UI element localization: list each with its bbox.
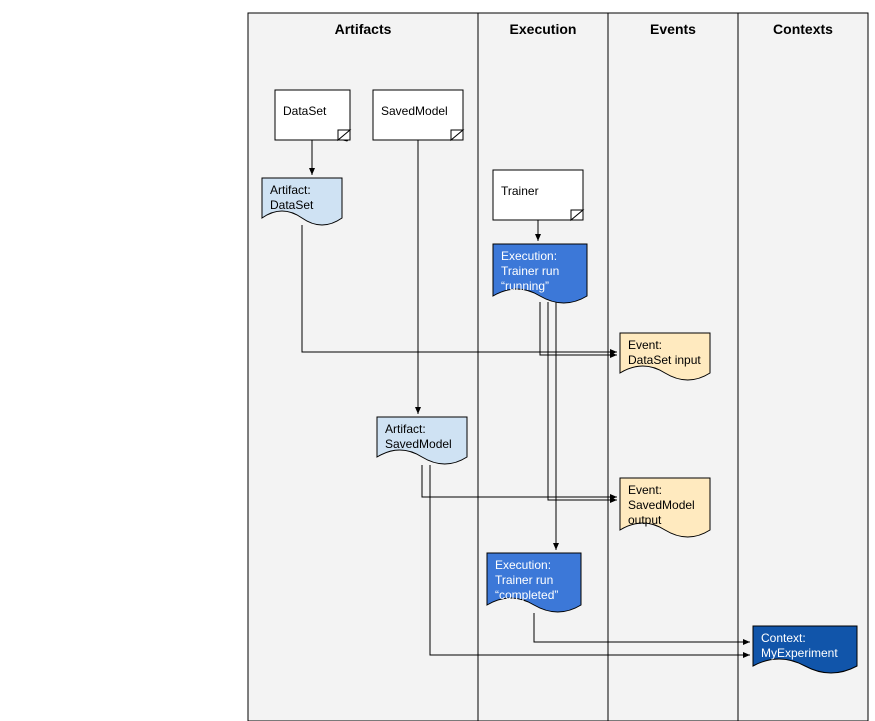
dataset-doc-label: DataSet (283, 104, 327, 118)
svg-text:Artifact:: Artifact: (385, 422, 426, 436)
col-execution-bg (478, 13, 608, 721)
svg-text:DataSet input: DataSet input (628, 353, 701, 367)
svg-text:Execution:: Execution: (501, 249, 557, 263)
diagram-svg: Artifacts Execution Events Contexts Data… (0, 0, 875, 721)
node-dataset-doc: DataSet (275, 90, 350, 141)
svg-text:SavedModel: SavedModel (385, 437, 452, 451)
svg-text:“completed”: “completed” (495, 588, 558, 602)
savedmodel-doc-label: SavedModel (381, 104, 448, 118)
svg-text:output: output (628, 513, 662, 527)
svg-text:Context:: Context: (761, 631, 806, 645)
svg-text:Event:: Event: (628, 483, 662, 497)
trainer-doc-label: Trainer (501, 184, 539, 198)
svg-text:MyExperiment: MyExperiment (761, 646, 838, 660)
node-trainer-doc: Trainer (493, 170, 583, 220)
node-savedmodel-doc: SavedModel (373, 90, 463, 140)
svg-text:DataSet: DataSet (270, 198, 314, 212)
svg-text:SavedModel: SavedModel (628, 498, 695, 512)
svg-text:Execution:: Execution: (495, 558, 551, 572)
svg-text:Artifact:: Artifact: (270, 183, 311, 197)
svg-text:“running”: “running” (501, 279, 549, 293)
diagram: Artifacts Execution Events Contexts Data… (0, 0, 875, 721)
col-contexts-header: Contexts (773, 21, 833, 37)
col-artifacts-header: Artifacts (335, 21, 392, 37)
col-execution-header: Execution (510, 21, 577, 37)
svg-text:Event:: Event: (628, 338, 662, 352)
col-events-header: Events (650, 21, 696, 37)
svg-text:Trainer run: Trainer run (501, 264, 559, 278)
svg-text:Trainer run: Trainer run (495, 573, 553, 587)
col-contexts-bg (738, 13, 868, 721)
